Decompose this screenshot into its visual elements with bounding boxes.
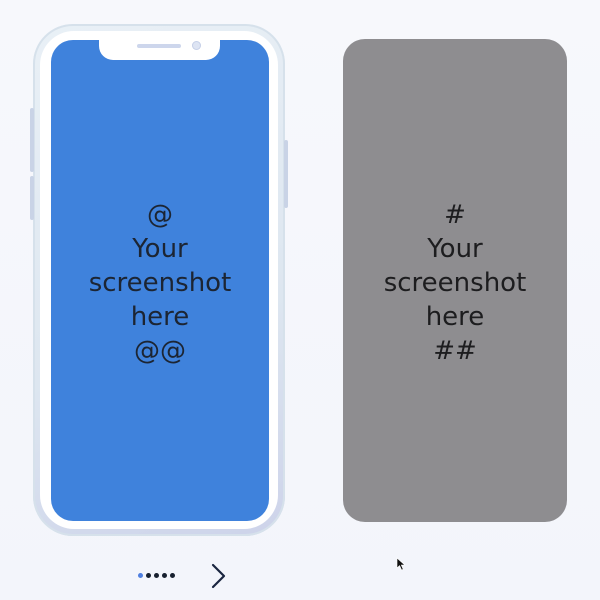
pagination-dot[interactable] bbox=[146, 573, 151, 578]
slide-2-line: # bbox=[444, 200, 466, 230]
pagination-dot[interactable] bbox=[170, 573, 175, 578]
phone-notch bbox=[99, 40, 220, 60]
slide-1-line: screenshot bbox=[88, 268, 232, 298]
pagination-dots bbox=[138, 573, 175, 579]
slide-1-line: @@ bbox=[134, 336, 186, 366]
pagination-dot[interactable] bbox=[138, 573, 143, 578]
next-slide-button[interactable] bbox=[207, 562, 229, 590]
slide-2-line: here bbox=[425, 302, 485, 332]
phone-speaker bbox=[137, 44, 181, 48]
slide-1-screen: @ Your screenshot here @@ bbox=[51, 40, 269, 521]
slide-1-placeholder-text: @ Your screenshot here @@ bbox=[51, 198, 269, 368]
slide-2-line: screenshot bbox=[383, 268, 527, 298]
phone-volume-up-button bbox=[30, 108, 34, 172]
mouse-pointer-icon bbox=[396, 557, 406, 571]
phone-volume-down-button bbox=[30, 176, 34, 220]
slide-2-screen: # Your screenshot here ## bbox=[343, 39, 567, 522]
slide-2-line: ## bbox=[433, 336, 477, 366]
slide-1-line: here bbox=[130, 302, 190, 332]
screenshot-carousel: @ Your screenshot here @@ # Your screens… bbox=[0, 0, 600, 600]
slide-2-line: Your bbox=[427, 234, 483, 264]
slide-1-line: @ bbox=[147, 200, 173, 230]
slide-2-placeholder-text: # Your screenshot here ## bbox=[343, 198, 567, 368]
phone-power-button bbox=[284, 140, 288, 208]
pagination-dot[interactable] bbox=[154, 573, 159, 578]
slide-1-line: Your bbox=[132, 234, 188, 264]
chevron-right-icon bbox=[211, 563, 226, 589]
pagination-dot[interactable] bbox=[162, 573, 167, 578]
phone-camera bbox=[192, 41, 201, 50]
